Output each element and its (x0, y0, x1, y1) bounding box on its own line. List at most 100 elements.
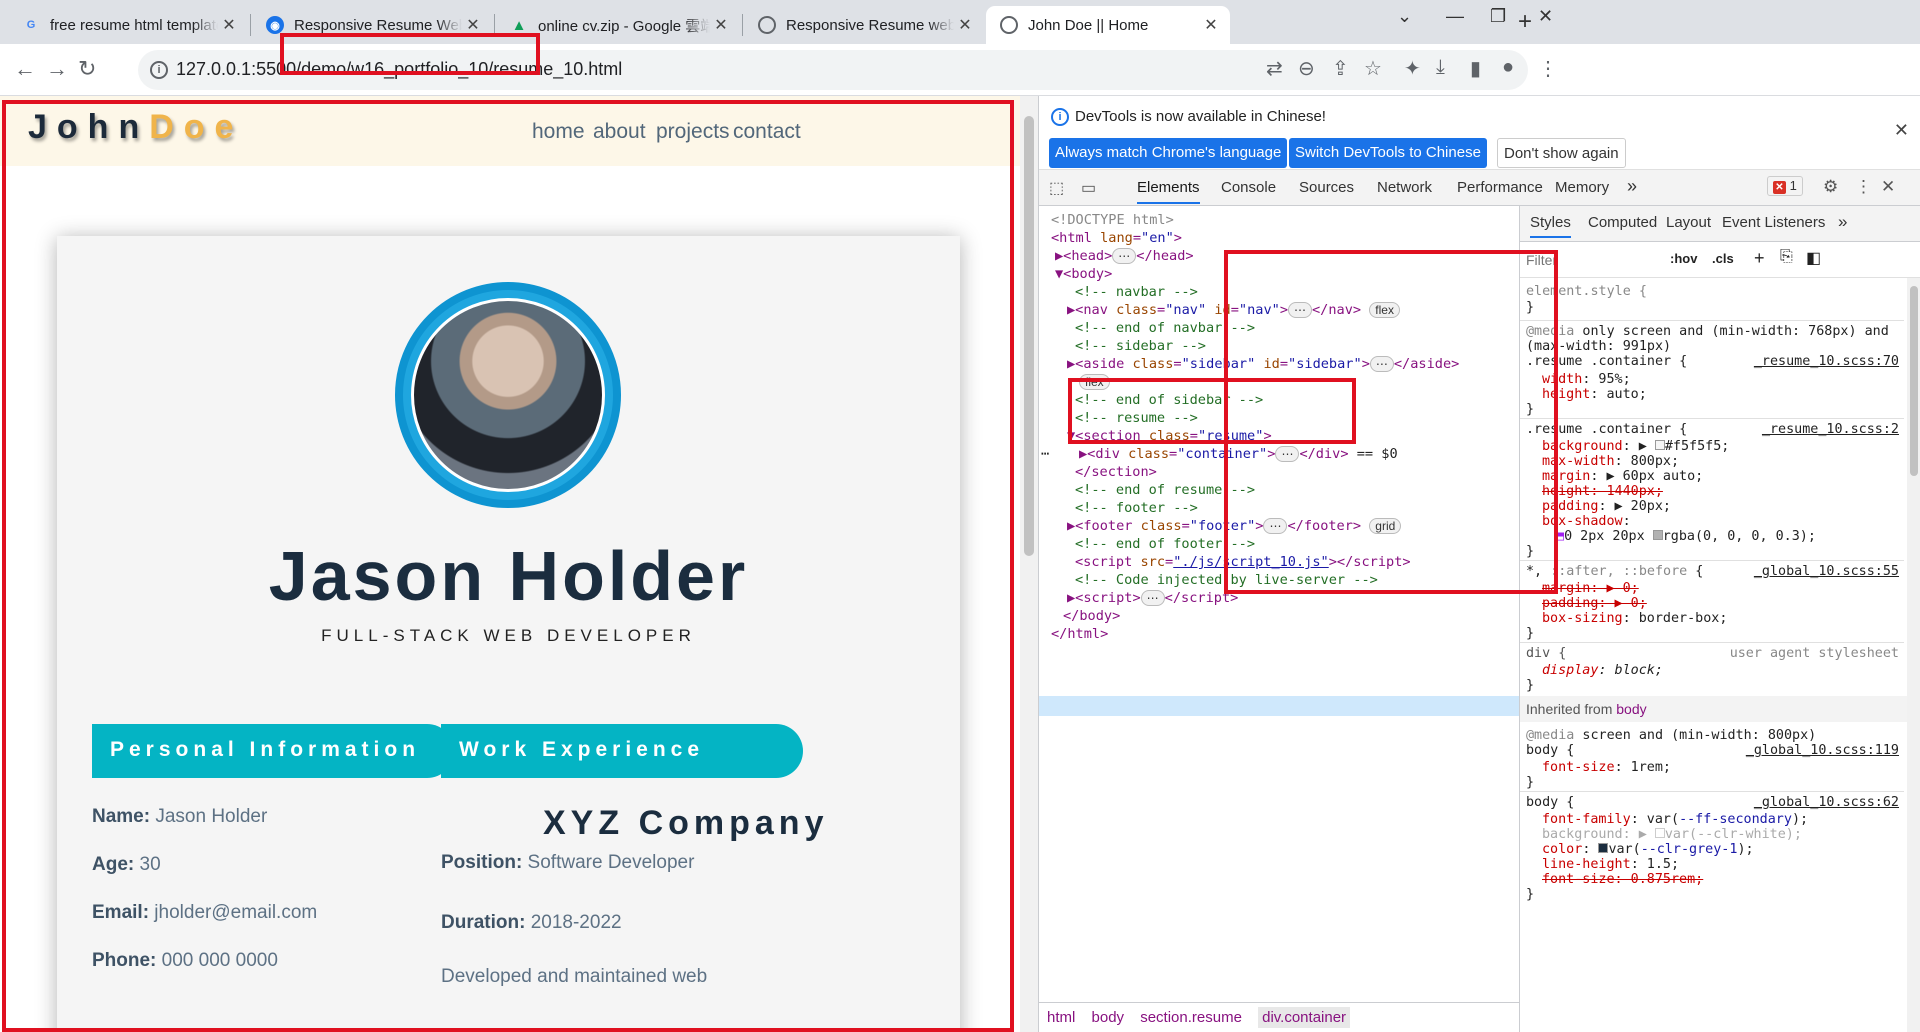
dom-line[interactable]: <html lang="en"> (1051, 230, 1182, 249)
tab-elements[interactable]: Elements (1137, 179, 1200, 204)
hover-state-toggle[interactable]: :hov (1670, 251, 1697, 266)
download-icon[interactable]: ⤓ (1436, 56, 1445, 79)
dom-line[interactable]: <!DOCTYPE html> (1051, 212, 1174, 231)
extensions-puzzle-icon[interactable]: ✦ (1404, 56, 1421, 81)
close-devtools-icon[interactable]: ✕ (1881, 177, 1895, 197)
browser-tab-active[interactable]: John Doe || Home ✕ (986, 6, 1230, 44)
dont-show-again-button[interactable]: Don't show again (1497, 138, 1626, 168)
site-logo[interactable]: JohnDoe (28, 108, 243, 147)
dom-line[interactable]: flex (1079, 374, 1110, 393)
css-declaration[interactable]: margin: ▶ 60px auto; (1542, 469, 1703, 484)
css-declaration[interactable]: font-size: 1rem; (1542, 760, 1671, 775)
dom-comment[interactable]: <!-- end of footer --> (1075, 536, 1255, 555)
css-declaration[interactable]: max-width: 800px; (1542, 454, 1679, 469)
nav-about-link[interactable]: about (593, 120, 646, 144)
css-selector[interactable]: .resume .container { (1526, 354, 1687, 369)
close-tab-icon[interactable]: ✕ (710, 15, 732, 35)
css-declaration-inactive[interactable]: background: ▶ var(--clr-white); (1542, 827, 1802, 842)
dom-line[interactable]: <script src="./js/script_10.js"></script… (1075, 554, 1411, 573)
kebab-menu-icon[interactable]: ⋮ (1538, 56, 1558, 81)
css-source-link[interactable]: _global_10.scss:55 (1754, 564, 1899, 579)
breadcrumb-body[interactable]: body (1092, 1009, 1125, 1026)
forward-arrow-icon[interactable]: → (46, 56, 68, 82)
dom-line[interactable]: ▶<nav class="nav" id="nav"> ⋯ </nav> flex (1067, 302, 1400, 321)
dom-comment[interactable]: <!-- end of navbar --> (1075, 320, 1255, 339)
site-info-icon[interactable]: i (150, 61, 168, 79)
close-tab-icon[interactable]: ✕ (1200, 15, 1222, 35)
css-selector[interactable]: div { (1526, 646, 1566, 661)
close-tab-icon[interactable]: ✕ (218, 15, 240, 35)
tab-sources[interactable]: Sources (1299, 179, 1354, 196)
dom-comment[interactable]: <!-- sidebar --> (1075, 338, 1206, 357)
computed-sidebar-icon[interactable]: ◧ (1806, 248, 1821, 268)
css-source-link[interactable]: _global_10.scss:62 (1754, 795, 1899, 810)
color-swatch[interactable] (1598, 843, 1609, 853)
more-tabs-chevron-icon[interactable]: » (1627, 176, 1637, 197)
subtab-computed[interactable]: Computed (1588, 214, 1657, 231)
css-declaration[interactable]: line-height: 1.5; (1542, 857, 1679, 872)
side-panel-icon[interactable]: ▮ (1470, 56, 1481, 81)
color-swatch[interactable] (1654, 440, 1665, 450)
tab-memory[interactable]: Memory (1555, 179, 1609, 196)
breadcrumb-div[interactable]: div.container (1258, 1007, 1351, 1028)
device-toolbar-icon[interactable]: ▭ (1081, 178, 1096, 198)
subtab-layout[interactable]: Layout (1666, 214, 1711, 231)
close-tab-icon[interactable]: ✕ (954, 15, 976, 35)
dom-line[interactable]: ▶<aside class="sidebar" id="sidebar"> ⋯ </… (1067, 356, 1459, 375)
tab-network[interactable]: Network (1377, 179, 1432, 196)
reload-icon[interactable]: ↻ (78, 56, 96, 82)
node-actions-ellipsis[interactable]: ⋯ (1041, 446, 1049, 465)
address-bar[interactable]: i 127.0.0.1:5500/demo/w16_portfolio_10/r… (138, 50, 1528, 90)
css-declaration-overridden[interactable]: font-size: 0.875rem; (1542, 872, 1703, 887)
browser-tab[interactable]: ▲ online cv.zip - Google 雲端硬碟 ✕ (496, 6, 740, 44)
dom-line[interactable]: </html> (1051, 626, 1108, 645)
dom-line-section[interactable]: ▼<section class="resume"> (1067, 428, 1272, 447)
devtools-menu-icon[interactable]: ⋮ (1855, 177, 1872, 197)
breadcrumb-section[interactable]: section.resume (1140, 1009, 1242, 1026)
css-selector[interactable]: *, ::after, ::before { (1526, 564, 1703, 579)
dom-line[interactable]: ▶<script> ⋯ </script> (1067, 590, 1238, 609)
css-selector[interactable]: body { (1526, 743, 1574, 758)
dom-comment[interactable]: <!-- Code injected by live-server --> (1075, 572, 1378, 591)
close-banner-icon[interactable]: ✕ (1894, 120, 1909, 141)
dom-comment[interactable]: <!-- end of resume --> (1075, 482, 1255, 501)
always-match-language-button[interactable]: Always match Chrome's language (1049, 138, 1288, 168)
browser-tab[interactable]: G free resume html template - Go ✕ (8, 6, 248, 44)
inspect-element-icon[interactable]: ⬚ (1049, 178, 1064, 198)
close-tab-icon[interactable]: ✕ (462, 15, 484, 35)
translate-icon[interactable]: ⇄ (1266, 56, 1283, 81)
new-tab-plus-icon[interactable]: + (1518, 8, 1532, 36)
css-declaration[interactable]: background: ▶ #f5f5f5; (1542, 439, 1729, 454)
more-subtabs-chevron-icon[interactable]: » (1838, 212, 1847, 232)
browser-tab[interactable]: ◉ Responsive Resume Website us ✕ (252, 6, 492, 44)
url-text[interactable]: 127.0.0.1:5500/demo/w16_portfolio_10/res… (176, 59, 622, 80)
tab-search-chevron-icon[interactable]: ⌄ (1397, 6, 1412, 27)
close-window-icon[interactable]: ✕ (1538, 6, 1553, 27)
tab-console[interactable]: Console (1221, 179, 1276, 196)
settings-gear-icon[interactable]: ⚙ (1823, 177, 1838, 197)
css-source-link[interactable]: _resume_10.scss:70 (1754, 354, 1899, 369)
profile-avatar-icon[interactable]: ● (1502, 56, 1514, 79)
nav-home-link[interactable]: home (532, 120, 585, 144)
page-scrollbar[interactable] (1020, 96, 1038, 1032)
paint-brush-icon[interactable]: ⎘ (1780, 248, 1793, 266)
zoom-icon[interactable]: ⊖ (1298, 56, 1315, 81)
styles-scrollbar[interactable] (1907, 278, 1920, 1032)
page-scrollbar-thumb[interactable] (1024, 116, 1034, 556)
share-icon[interactable]: ⇪ (1332, 56, 1349, 81)
element-style-rule[interactable]: element.style { (1526, 284, 1647, 299)
bookmark-star-icon[interactable]: ☆ (1364, 56, 1382, 81)
subtab-event-listeners[interactable]: Event Listeners (1722, 214, 1825, 231)
browser-tab[interactable]: Responsive Resume website htm ✕ (744, 6, 984, 44)
css-source-link[interactable]: _global_10.scss:119 (1746, 743, 1899, 758)
css-declaration[interactable]: width: 95%; (1542, 372, 1631, 387)
dom-line[interactable]: ▶<head> ⋯ </head> (1055, 248, 1194, 267)
nav-contact-link[interactable]: contact (733, 120, 801, 144)
inherited-from-node[interactable]: body (1616, 701, 1646, 717)
dom-line-selected[interactable]: ▶<div class="container"> ⋯ </div> == $0 (1079, 446, 1398, 465)
breadcrumb-html[interactable]: html (1047, 1009, 1075, 1026)
dom-comment[interactable]: <!-- end of sidebar --> (1075, 392, 1263, 411)
subtab-styles[interactable]: Styles (1530, 214, 1571, 238)
css-declaration[interactable]: height: auto; (1542, 387, 1647, 402)
styles-filter-input[interactable] (1526, 248, 1666, 272)
